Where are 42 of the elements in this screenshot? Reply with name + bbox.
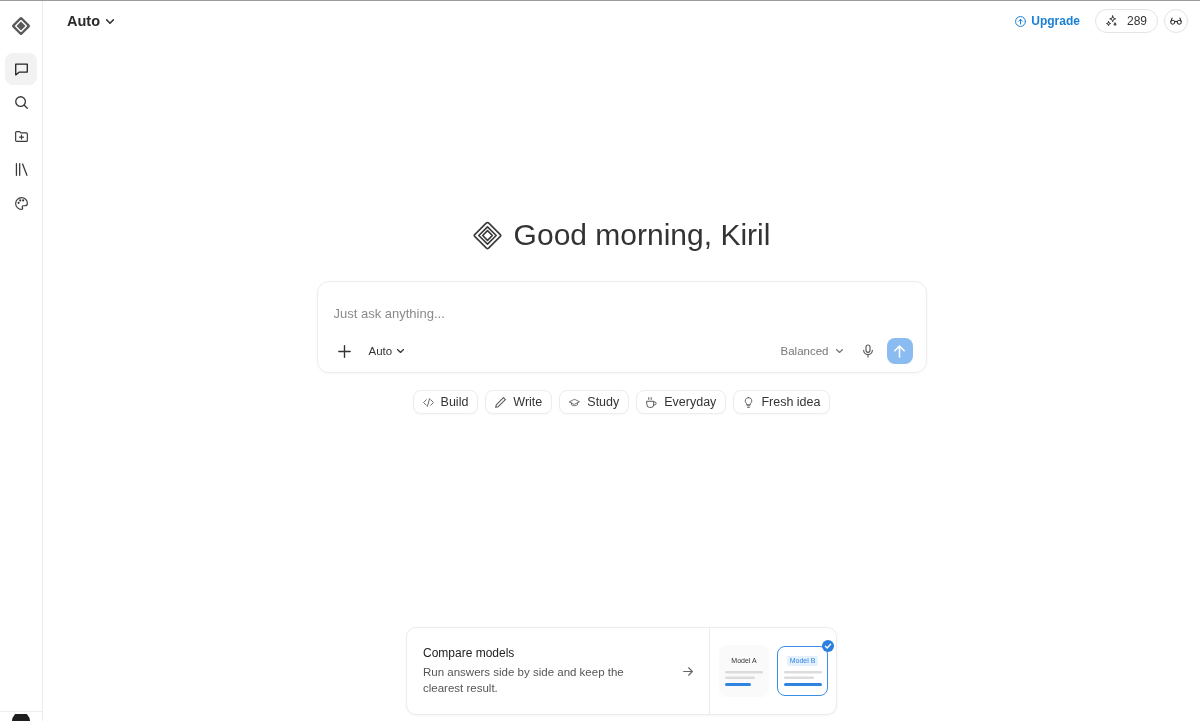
suggestion-chip[interactable]: Study: [559, 390, 630, 414]
pencil-icon: [495, 396, 507, 408]
attach-button[interactable]: [335, 342, 354, 360]
glasses-icon: [1170, 17, 1182, 25]
check-icon: [822, 640, 834, 652]
message-input[interactable]: Just ask anything...: [333, 296, 913, 330]
arrow-up-icon: [894, 344, 905, 358]
cup-icon: [646, 396, 658, 408]
text-lines-icon: [783, 671, 822, 686]
sidebar-item[interactable]: [5, 53, 37, 85]
graduation-cap-icon: [569, 396, 581, 408]
suggestion-chip[interactable]: Everyday: [636, 390, 727, 414]
arrow-right-icon: [683, 666, 693, 676]
model-dropdown[interactable]: Auto: [368, 345, 405, 357]
suggestion-chip[interactable]: Build: [412, 390, 479, 414]
microphone-icon: [862, 344, 873, 358]
diamond-logo-icon: [472, 220, 502, 250]
chevron-down-icon: [835, 349, 843, 353]
promo-description: Run answers side by side and keep the clearest result.: [423, 664, 625, 696]
sparkles-icon: [1104, 14, 1118, 28]
books-icon: [14, 163, 28, 176]
promo-title: Compare models: [423, 644, 516, 661]
suggestion-chip[interactable]: Fresh idea: [733, 390, 831, 414]
chat-bubble-icon: [14, 62, 28, 76]
arrow-up-circle-icon: [1015, 15, 1027, 27]
folder-plus-icon: [14, 129, 28, 143]
diamond-logo-icon: [11, 16, 31, 36]
upgrade-link[interactable]: Upgrade: [1015, 14, 1080, 28]
avatar-icon[interactable]: [12, 714, 30, 721]
message-composer[interactable]: Just ask anything... Auto Balanced: [316, 281, 927, 373]
search-icon: [14, 96, 28, 109]
greeting-heading: Good morning, Kiril: [513, 217, 771, 253]
text-lines-icon: [725, 671, 763, 686]
model-menu[interactable]: Auto: [67, 13, 114, 29]
suggestion-chip[interactable]: Write: [485, 390, 553, 414]
chevron-down-icon: [106, 18, 114, 24]
code-icon: [422, 396, 434, 408]
mode-dropdown[interactable]: Balanced: [780, 345, 843, 357]
chevron-down-icon: [397, 349, 405, 353]
lightbulb-icon: [743, 396, 755, 408]
plus-icon: [338, 344, 351, 358]
palette-icon: [14, 196, 28, 210]
